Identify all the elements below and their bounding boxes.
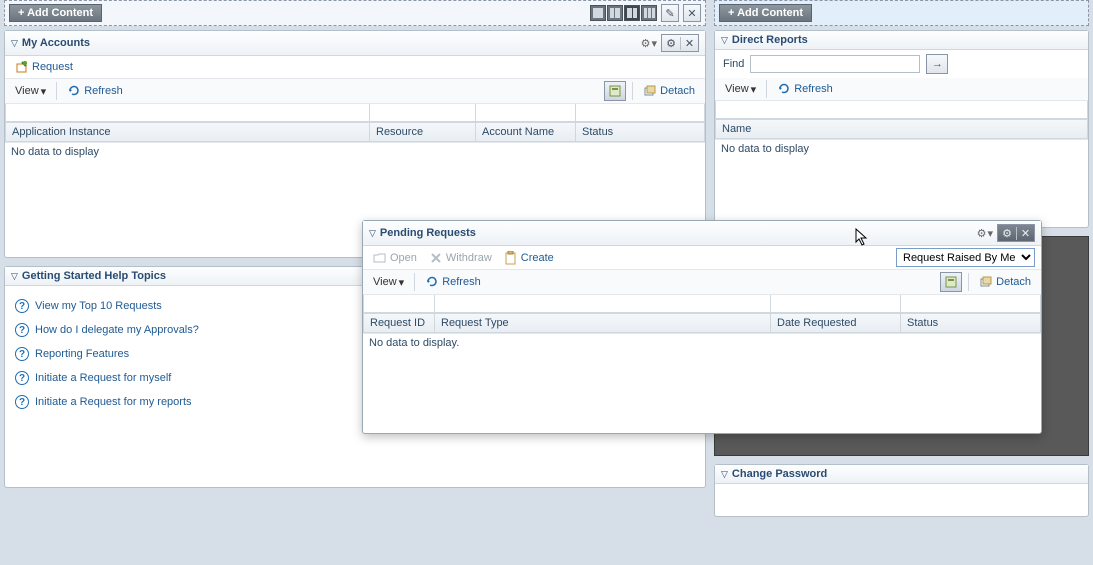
view-menu-button[interactable]: View▾: [721, 81, 760, 98]
collapse-icon[interactable]: ▽: [721, 35, 728, 46]
withdraw-button[interactable]: Withdraw: [425, 249, 496, 267]
portlet-title: Change Password: [732, 468, 827, 480]
view-menu-button[interactable]: View▾: [11, 83, 50, 100]
col-request-id[interactable]: Request ID: [363, 313, 435, 333]
portlet-title: Direct Reports: [732, 34, 808, 46]
request-icon: [15, 60, 29, 74]
settings-icon[interactable]: ⚙: [662, 37, 680, 50]
col-request-type[interactable]: Request Type: [435, 313, 771, 333]
collapse-icon[interactable]: ▽: [721, 469, 728, 480]
col-name[interactable]: Name: [715, 119, 1088, 139]
col-resource[interactable]: Resource: [370, 122, 476, 142]
question-icon: ?: [15, 371, 29, 385]
add-content-bar-left: + Add Content ✎ ✕: [4, 0, 706, 26]
request-button[interactable]: Request: [11, 58, 77, 76]
cursor-icon: [855, 228, 871, 248]
detach-button[interactable]: Detach: [639, 82, 699, 100]
question-icon: ?: [15, 323, 29, 337]
close-portlet-icon[interactable]: ✕: [1016, 227, 1034, 240]
col-app-instance[interactable]: Application Instance: [5, 122, 370, 142]
question-icon: ?: [15, 299, 29, 313]
detach-icon: [979, 275, 993, 289]
find-go-button[interactable]: →: [926, 54, 948, 74]
portlet-title: Pending Requests: [380, 227, 476, 239]
close-layout-button[interactable]: ✕: [683, 4, 701, 22]
change-password-portlet: ▽ Change Password: [714, 464, 1089, 517]
portlet-title: Getting Started Help Topics: [22, 270, 166, 282]
withdraw-icon: [429, 251, 443, 265]
question-icon: ?: [15, 347, 29, 361]
create-button[interactable]: Create: [500, 249, 558, 267]
col-status[interactable]: Status: [901, 313, 1041, 333]
help-topic-link[interactable]: How do I delegate my Approvals?: [35, 324, 199, 336]
add-content-button[interactable]: + Add Content: [719, 4, 812, 22]
question-icon: ?: [15, 395, 29, 409]
direct-reports-portlet: ▽ Direct Reports Find → View▾ Refresh Na…: [714, 30, 1089, 228]
export-button[interactable]: [604, 81, 626, 101]
pending-requests-portlet: ▽ Pending Requests ⚙▾ ⚙ ✕ Open Withdraw …: [362, 220, 1042, 434]
help-topic-link[interactable]: Reporting Features: [35, 348, 129, 360]
no-data-label: No data to display.: [363, 333, 1041, 433]
refresh-icon: [777, 82, 791, 96]
collapse-icon[interactable]: ▽: [11, 271, 18, 282]
gear-menu-button[interactable]: ⚙▾: [641, 37, 657, 50]
find-input[interactable]: [750, 55, 920, 73]
refresh-button[interactable]: Refresh: [63, 82, 127, 100]
collapse-icon[interactable]: ▽: [369, 228, 376, 239]
open-button[interactable]: Open: [369, 249, 421, 267]
refresh-icon: [67, 84, 81, 98]
collapse-icon[interactable]: ▽: [11, 38, 18, 49]
close-portlet-icon[interactable]: ✕: [680, 37, 698, 50]
layout-2col-a-button[interactable]: [607, 5, 623, 21]
no-data-label: No data to display: [715, 139, 1088, 227]
find-label: Find: [723, 58, 744, 70]
layout-picker: [590, 5, 657, 21]
create-icon: [504, 251, 518, 265]
refresh-button[interactable]: Refresh: [773, 80, 837, 98]
layout-1col-button[interactable]: [590, 5, 606, 21]
col-date-requested[interactable]: Date Requested: [771, 313, 901, 333]
refresh-icon: [425, 275, 439, 289]
portlet-title: My Accounts: [22, 37, 90, 49]
detach-icon: [643, 84, 657, 98]
detach-button[interactable]: Detach: [975, 273, 1035, 291]
add-content-button[interactable]: + Add Content: [9, 4, 102, 22]
folder-open-icon: [373, 251, 387, 265]
help-topic-link[interactable]: Initiate a Request for my reports: [35, 396, 192, 408]
export-button[interactable]: [940, 272, 962, 292]
layout-3col-button[interactable]: [641, 5, 657, 21]
col-account-name[interactable]: Account Name: [476, 122, 576, 142]
help-topic-link[interactable]: Initiate a Request for myself: [35, 372, 171, 384]
view-menu-button[interactable]: View▾: [369, 274, 408, 291]
filter-select[interactable]: Request Raised By Me: [896, 248, 1035, 267]
edit-layout-button[interactable]: ✎: [661, 4, 679, 22]
layout-2col-b-button[interactable]: [624, 5, 640, 21]
settings-icon[interactable]: ⚙: [998, 227, 1016, 240]
add-content-bar-right: + Add Content: [714, 0, 1089, 26]
help-topic-link[interactable]: View my Top 10 Requests: [35, 300, 162, 312]
gear-menu-button[interactable]: ⚙▾: [977, 227, 993, 240]
col-status[interactable]: Status: [576, 122, 705, 142]
refresh-button[interactable]: Refresh: [421, 273, 485, 291]
